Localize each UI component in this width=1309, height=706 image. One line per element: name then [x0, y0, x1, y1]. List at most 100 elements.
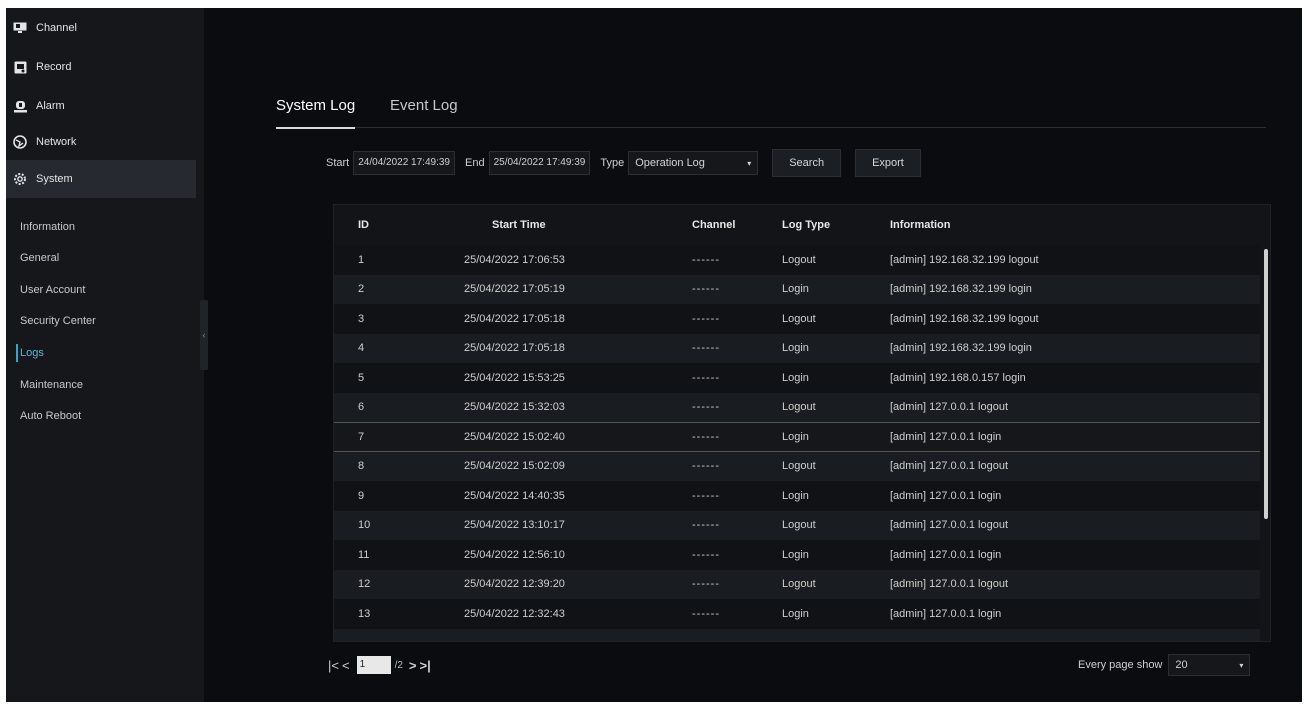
log-type-value: Operation Log	[635, 157, 705, 169]
cell-information: [admin] 127.0.0.1 login	[890, 489, 1002, 502]
cell-information: [admin] 192.168.32.199 logout	[890, 312, 1039, 325]
col-header-start-time: Start Time	[492, 219, 546, 231]
log-type-select[interactable]: Operation Log ▾	[628, 151, 759, 175]
cell-information: [admin] 127.0.0.1 logout	[890, 578, 1009, 591]
tab-system-log[interactable]: System Log	[276, 94, 356, 129]
cell-start-time: 25/04/2022 15:02:09	[464, 460, 565, 473]
cell-id: 3	[358, 312, 365, 325]
sidebar-subitem-maintenance[interactable]: Maintenance	[12, 370, 196, 400]
sidebar-subitem-general[interactable]: General	[12, 243, 196, 273]
search-button[interactable]: Search	[772, 149, 842, 177]
sidebar-subitem-auto-reboot[interactable]: Auto Reboot	[12, 401, 196, 431]
cell-channel: ------	[692, 312, 720, 325]
cell-channel: ------	[692, 401, 720, 414]
sidebar-item-label: System	[36, 173, 73, 185]
cell-start-time: 25/04/2022 17:05:19	[464, 283, 565, 296]
cell-start-time: 25/04/2022 15:53:25	[464, 371, 565, 384]
start-time-field[interactable]: 24/04/2022 17:49:39	[353, 151, 455, 175]
sidebar-subitem-label: Security Center	[20, 315, 96, 327]
table-row[interactable]: 9 25/04/2022 14:40:35 ------ Login [admi…	[334, 481, 1260, 511]
cell-start-time: 25/04/2022 17:05:18	[464, 312, 565, 325]
sidebar: Channel Record Alarm Network System Info…	[6, 8, 204, 702]
prev-page-icon[interactable]: <	[342, 658, 350, 673]
sidebar-subitem-label: Logs	[20, 347, 44, 359]
table-row[interactable]: 13 25/04/2022 12:32:43 ------ Login [adm…	[334, 599, 1260, 629]
page-number-input[interactable]: 1	[356, 656, 391, 674]
page-size-select[interactable]: 20 ▾	[1168, 654, 1251, 676]
table-row[interactable]: 2 25/04/2022 17:05:19 ------ Login [admi…	[334, 274, 1260, 304]
cell-log-type: Login	[782, 430, 809, 443]
export-button[interactable]: Export	[855, 149, 921, 177]
sidebar-item-system[interactable]: System	[6, 160, 196, 198]
next-page-icon[interactable]: >	[409, 658, 417, 673]
cell-channel: ------	[692, 489, 720, 502]
table-row[interactable]: 11 25/04/2022 12:56:10 ------ Login [adm…	[334, 540, 1260, 570]
cell-information: [admin] 127.0.0.1 logout	[890, 519, 1009, 532]
log-table: ID Start Time Channel Log Type Informati…	[333, 204, 1271, 642]
chevron-down-icon: ▾	[1239, 660, 1244, 670]
cell-start-time: 25/04/2022 14:40:35	[464, 489, 565, 502]
sidebar-item-label: Network	[36, 136, 77, 148]
cell-id: 6	[358, 401, 365, 414]
table-row[interactable]: 4 25/04/2022 17:05:18 ------ Login [admi…	[334, 333, 1260, 363]
cell-id: 5	[358, 371, 365, 384]
table-row-selected[interactable]: 7 25/04/2022 15:02:40 ------ Login [admi…	[334, 422, 1260, 452]
cell-channel: ------	[692, 460, 720, 473]
sidebar-item-record[interactable]: Record	[6, 51, 196, 83]
sidebar-subitem-label: General	[20, 252, 60, 264]
sidebar-item-alarm[interactable]: Alarm	[6, 90, 196, 122]
cell-log-type: Logout	[782, 253, 816, 266]
sidebar-subitem-label: Information	[20, 221, 76, 233]
table-row[interactable]: 3 25/04/2022 17:05:18 ------ Logout [adm…	[334, 304, 1260, 334]
cell-start-time: 25/04/2022 12:56:10	[464, 548, 565, 561]
sidebar-item-network[interactable]: Network	[6, 126, 196, 158]
log-filters: Start 24/04/2022 17:49:39 End 25/04/2022…	[326, 148, 935, 178]
table-scrollbar-thumb[interactable]	[1264, 249, 1268, 519]
cell-start-time: 25/04/2022 15:02:40	[464, 430, 565, 443]
col-header-information: Information	[890, 219, 951, 231]
tab-event-log[interactable]: Event Log	[390, 94, 458, 128]
cell-channel: ------	[692, 578, 720, 591]
page-size-label: Every page show	[1078, 659, 1163, 671]
pagination: |< < 1 /2 > >|	[328, 656, 434, 674]
table-row[interactable]: 8 25/04/2022 15:02:09 ------ Logout [adm…	[334, 451, 1260, 481]
last-page-icon[interactable]: >|	[420, 658, 431, 673]
col-header-log-type: Log Type	[782, 219, 831, 231]
table-row[interactable]: 5 25/04/2022 15:53:25 ------ Login [admi…	[334, 363, 1260, 393]
cell-information: [admin] 192.168.32.199 login	[890, 283, 1032, 296]
table-row[interactable]: 12 25/04/2022 12:39:20 ------ Logout [ad…	[334, 569, 1260, 599]
table-row[interactable]: 1 25/04/2022 17:06:53 ------ Logout [adm…	[334, 245, 1260, 275]
page-size-control: Every page show 20 ▾	[1078, 654, 1251, 676]
chevron-down-icon: ▾	[747, 158, 752, 168]
sidebar-subitem-logs[interactable]: Logs	[12, 338, 196, 368]
sidebar-subitem-information[interactable]: Information	[12, 212, 196, 242]
sidebar-collapse-handle[interactable]: ‹	[200, 300, 208, 370]
table-row[interactable]: 6 25/04/2022 15:32:03 ------ Logout [adm…	[334, 392, 1260, 422]
sidebar-subitem-user-account[interactable]: User Account	[12, 275, 196, 305]
cell-channel: ------	[692, 253, 720, 266]
cell-information: [admin] 127.0.0.1 login	[890, 607, 1002, 620]
type-label: Type	[600, 157, 625, 169]
cell-id: 2	[358, 283, 365, 296]
start-label: Start	[326, 157, 350, 169]
cell-id: 10	[358, 519, 371, 532]
first-page-icon[interactable]: |<	[328, 658, 339, 673]
table-row-partial[interactable]	[334, 628, 1260, 641]
chevron-left-icon: ‹	[202, 330, 206, 340]
total-pages: /2	[394, 659, 403, 671]
record-icon	[12, 59, 28, 75]
cell-log-type: Login	[782, 283, 809, 296]
cell-id: 7	[358, 430, 365, 443]
cell-log-type: Logout	[782, 401, 816, 414]
sidebar-subitem-security-center[interactable]: Security Center	[12, 306, 196, 336]
gear-icon	[12, 171, 28, 187]
cell-channel: ------	[692, 283, 720, 296]
sidebar-item-label: Alarm	[36, 100, 65, 112]
cell-start-time: 25/04/2022 12:39:20	[464, 578, 565, 591]
sidebar-subitem-label: Auto Reboot	[20, 410, 82, 422]
sidebar-item-channel[interactable]: Channel	[6, 12, 196, 44]
end-time-field[interactable]: 25/04/2022 17:49:39	[488, 151, 591, 175]
cell-log-type: Logout	[782, 312, 816, 325]
cell-log-type: Login	[782, 371, 809, 384]
table-row[interactable]: 10 25/04/2022 13:10:17 ------ Logout [ad…	[334, 510, 1260, 540]
